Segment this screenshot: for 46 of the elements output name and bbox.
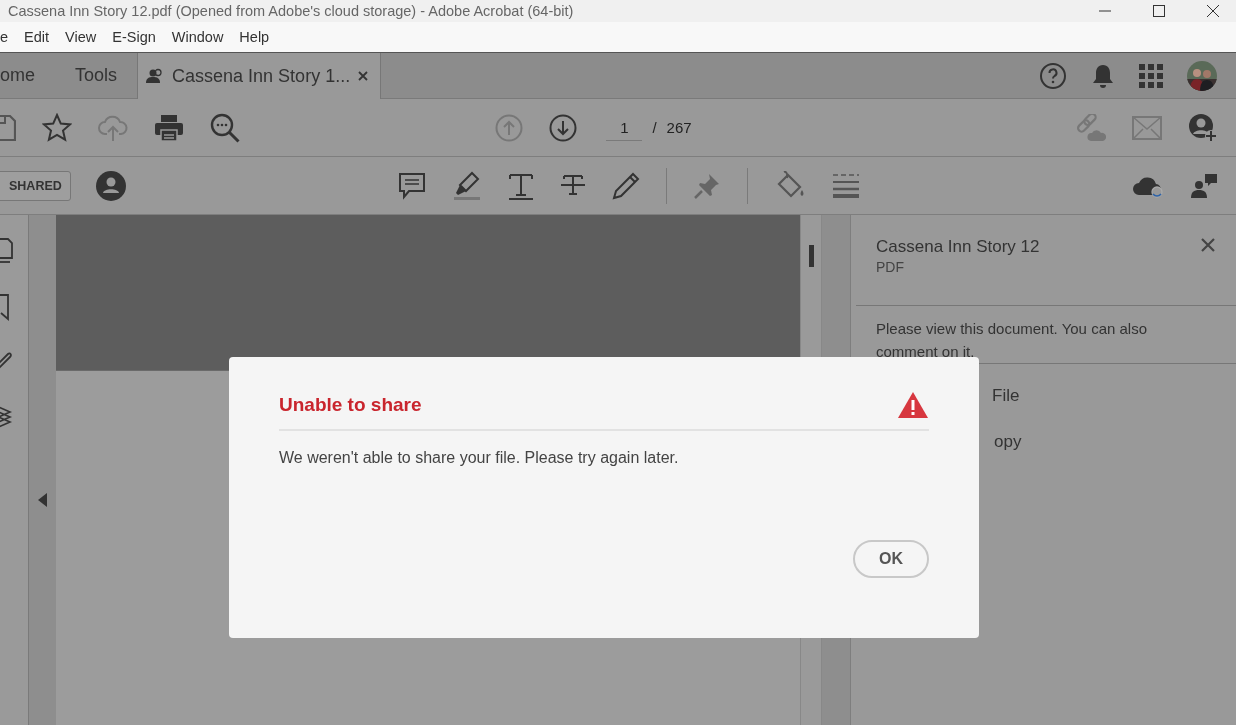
bell-icon[interactable] — [1091, 62, 1115, 89]
collapse-arrow-icon[interactable] — [38, 493, 47, 507]
user-comment-icon[interactable] — [1190, 172, 1218, 199]
file-type: PDF — [876, 259, 905, 275]
bookmark-icon[interactable] — [0, 293, 12, 321]
maximize-icon[interactable] — [1152, 4, 1166, 18]
arrow-down-icon[interactable] — [549, 113, 578, 142]
warning-icon — [897, 391, 929, 419]
page-total: 267 — [666, 119, 692, 136]
ok-button[interactable]: OK — [853, 540, 929, 578]
share-option[interactable]: File — [992, 386, 1236, 406]
search-icon[interactable] — [210, 112, 240, 143]
menu-item[interactable]: View — [57, 29, 105, 45]
line-style-icon[interactable] — [831, 172, 860, 199]
page-separator: / — [652, 119, 657, 136]
star-icon[interactable] — [42, 112, 72, 143]
tab[interactable]: ome — [0, 53, 55, 98]
menu-item[interactable]: Edit — [16, 29, 58, 45]
menu-item[interactable]: E-Sign — [104, 29, 164, 45]
shared-button[interactable]: SHARED — [0, 170, 71, 201]
close-icon[interactable] — [1206, 4, 1220, 18]
pencil-icon[interactable] — [611, 171, 640, 200]
user-icon[interactable] — [95, 170, 126, 201]
print-icon[interactable] — [154, 113, 184, 142]
page-number-field[interactable]: 1 — [606, 114, 643, 141]
menu-item[interactable]: Window — [163, 29, 232, 45]
highlighter-icon[interactable] — [451, 170, 482, 201]
menu-item[interactable]: e — [0, 29, 17, 45]
dialog-title: Unable to share — [279, 394, 422, 416]
save-icon[interactable] — [0, 113, 16, 142]
users-icon — [146, 68, 165, 84]
tab[interactable]: Cassena Inn Story 1... — [137, 53, 382, 99]
pages-icon[interactable] — [0, 237, 14, 265]
scroll-thumb[interactable] — [808, 245, 814, 267]
share-option[interactable]: opy — [992, 432, 1236, 452]
share-message: Please view this document. You can also comment on it. — [876, 319, 1148, 362]
dialog-message: We weren't able to share your file. Please try again later. — [279, 449, 680, 467]
close-icon[interactable] — [358, 71, 369, 81]
tab[interactable]: Tools — [55, 53, 138, 98]
help-icon[interactable] — [1039, 61, 1067, 90]
menu-item[interactable]: Help — [231, 29, 278, 45]
add-user-icon[interactable] — [1188, 112, 1218, 143]
comment-icon[interactable] — [397, 171, 426, 200]
window-title: Cassena Inn Story 12.pdf (Opened from Adobe's cloud storage) - Adobe Acrobat (64-bit) — [8, 3, 574, 19]
file-name: Cassena Inn Story 12 — [876, 237, 1040, 257]
apps-grid-icon[interactable] — [1139, 63, 1163, 88]
